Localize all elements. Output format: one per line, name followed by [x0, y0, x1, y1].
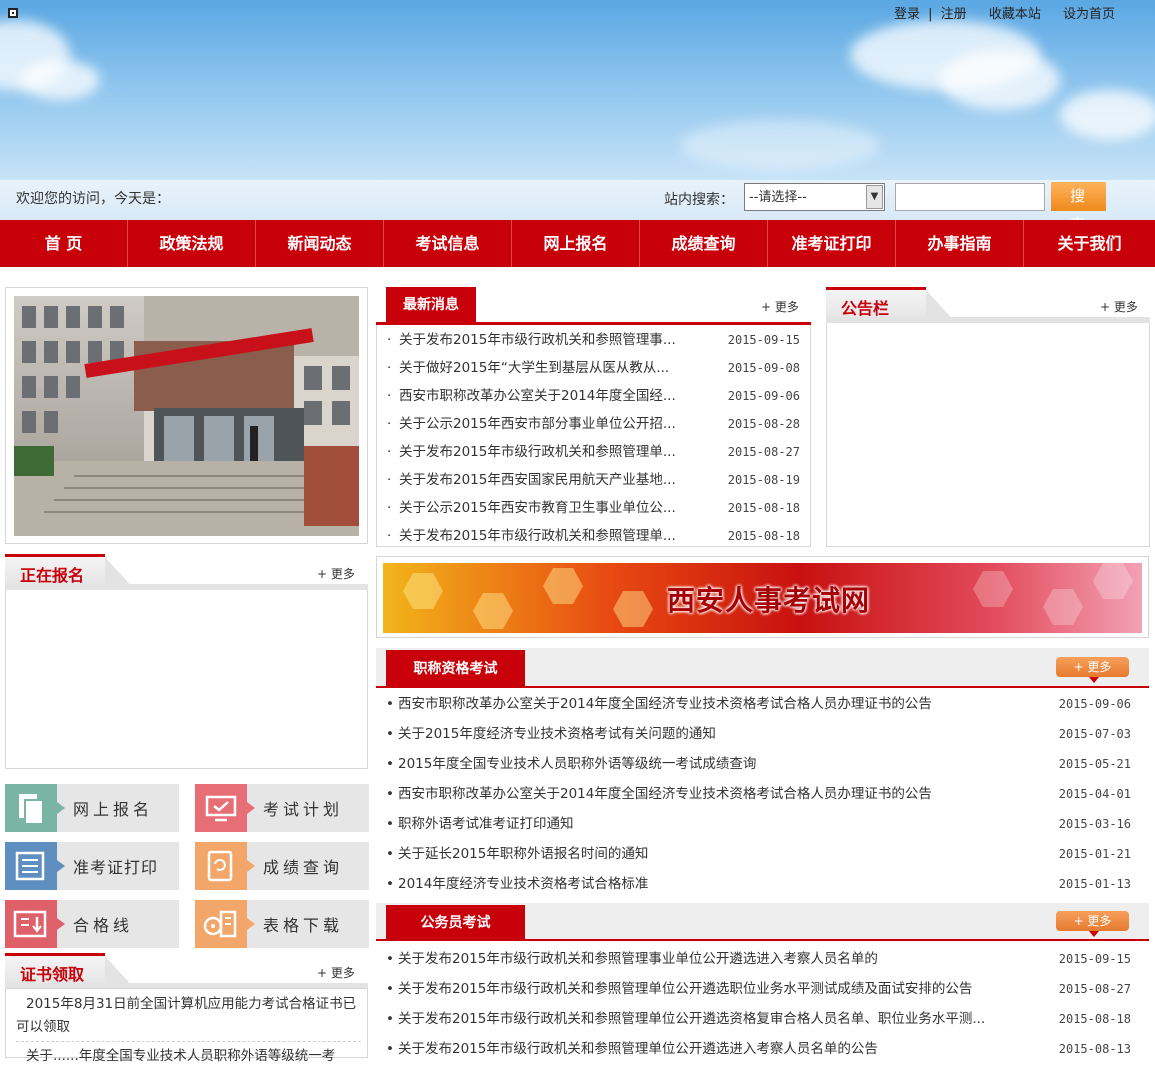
- registering-box: [5, 589, 368, 769]
- registering-title[interactable]: 正在报名: [20, 562, 84, 586]
- list-item[interactable]: · 西安市职称改革办公室关于2014年度全国经... 2015-09-06: [377, 382, 810, 410]
- title-exam-more-button[interactable]: + 更多: [1056, 657, 1129, 683]
- window-icon: [8, 8, 18, 18]
- certificate-title[interactable]: 证书领取: [20, 961, 84, 985]
- welcome-text: 欢迎您的访问，今天是：: [16, 191, 170, 207]
- list-item[interactable]: • 职称外语考试准考证打印通知 2015-03-16: [376, 809, 1149, 839]
- quick-link-label: 考试计划: [263, 800, 344, 819]
- register-link[interactable]: 注册: [941, 7, 967, 22]
- set-homepage-link[interactable]: 设为首页: [1063, 7, 1115, 22]
- latest-news-title[interactable]: 最新消息: [386, 287, 476, 323]
- title-exam-header: 职称资格考试 + 更多: [376, 648, 1149, 688]
- nav-score-query[interactable]: 成绩查询: [640, 220, 768, 267]
- nav-home[interactable]: 首 页: [0, 220, 128, 267]
- list-item[interactable]: • 2015年度全国专业技术人员职称外语等级统一考试成绩查询 2015-05-21: [376, 749, 1149, 779]
- list-item[interactable]: • 西安市职称改革办公室关于2014年度全国经济专业技术资格考试合格人员办理证书的…: [376, 689, 1149, 719]
- separator: |: [928, 7, 933, 22]
- list-item[interactable]: • 2014年度经济专业技术资格考试合格标准 2015-01-13: [376, 869, 1149, 899]
- nav-news[interactable]: 新闻动态: [256, 220, 384, 267]
- list-item[interactable]: · 关于发布2015年市级行政机关和参照管理事... 2015-09-15: [377, 326, 810, 354]
- nav-about[interactable]: 关于我们: [1024, 220, 1155, 267]
- list-item[interactable]: · 关于公示2015年西安市部分事业单位公开招... 2015-08-28: [377, 410, 810, 438]
- latest-more-link[interactable]: + 更多: [761, 298, 799, 315]
- notice-title[interactable]: 公告栏: [841, 295, 889, 319]
- chevron-down-icon[interactable]: ▼: [866, 185, 883, 209]
- list-item[interactable]: • 关于发布2015年市级行政机关和参照管理单位公开遴选资格复审合格人员名单、职位…: [376, 1004, 1149, 1034]
- list-item[interactable]: • 关于发布2015年市级行政机关和参照管理单位公开遴选职位业务水平测试成绩及面试…: [376, 974, 1149, 1004]
- site-banner-text: 西安人事考试网: [667, 584, 871, 617]
- notice-more-link[interactable]: + 更多: [1100, 298, 1138, 315]
- title-exam-list: • 西安市职称改革办公室关于2014年度全国经济专业技术资格考试合格人员办理证书的…: [376, 689, 1149, 899]
- photo-box: [5, 287, 368, 544]
- civil-exam-list: • 关于发布2015年市级行政机关和参照管理事业单位公开遴选进入考察人员名单的 20…: [376, 944, 1149, 1064]
- quick-online-registration[interactable]: 网上报名: [5, 784, 179, 832]
- list-item[interactable]: · 关于公示2015年西安市教育卫生事业单位公... 2015-08-18: [377, 494, 810, 522]
- search-input[interactable]: [895, 183, 1045, 211]
- list-item[interactable]: • 关于2015年度经济专业技术资格考试有关问题的通知 2015-07-03: [376, 719, 1149, 749]
- list-item[interactable]: · 关于发布2015年市级行政机关和参照管理单... 2015-08-18: [377, 522, 810, 550]
- login-link[interactable]: 登录: [894, 7, 920, 22]
- search-category-select[interactable]: --请选择-- ▼: [744, 183, 885, 211]
- nav-policy[interactable]: 政策法规: [128, 220, 256, 267]
- list-item[interactable]: • 关于延长2015年职称外语报名时间的通知 2015-01-21: [376, 839, 1149, 869]
- title-exam-title[interactable]: 职称资格考试: [386, 650, 525, 686]
- notice-header: 公告栏 + 更多: [826, 287, 1150, 323]
- civil-exam-more-button[interactable]: + 更多: [1056, 911, 1129, 937]
- main-nav: 首 页 政策法规 新闻动态 考试信息 网上报名 成绩查询 准考证打印 办事指南 …: [0, 220, 1155, 267]
- download-list-icon: [5, 900, 65, 948]
- monitor-icon: [195, 784, 255, 832]
- nav-admission-ticket[interactable]: 准考证打印: [768, 220, 896, 267]
- certificate-header: 证书领取 + 更多: [5, 953, 368, 989]
- quick-admission-ticket[interactable]: 准考证打印: [5, 842, 179, 890]
- quick-link-label: 成绩查询: [263, 858, 344, 877]
- header-banner: 登录 | 注册 收藏本站 设为首页: [0, 0, 1155, 181]
- quick-score-query[interactable]: 成绩查询: [195, 842, 369, 890]
- exam-center-photo: [14, 296, 359, 536]
- list-item[interactable]: • 西安市职称改革办公室关于2014年度全国经济专业技术资格考试合格人员办理证书的…: [376, 779, 1149, 809]
- certificate-more-link[interactable]: + 更多: [317, 964, 355, 981]
- site-banner-image[interactable]: 西安人事考试网: [383, 563, 1142, 633]
- list-item[interactable]: • 关于发布2015年市级行政机关和参照管理事业单位公开遴选进入考察人员名单的 20…: [376, 944, 1149, 974]
- registering-more-link[interactable]: + 更多: [317, 565, 355, 582]
- search-label: 站内搜索：: [664, 192, 734, 208]
- list-item[interactable]: · 关于发布2015年市级行政机关和参照管理单... 2015-08-27: [377, 438, 810, 466]
- quick-exam-plan[interactable]: 考试计划: [195, 784, 369, 832]
- quick-link-label: 网上报名: [73, 800, 154, 819]
- list-item[interactable]: · 关于做好2015年“大学生到基层从医从教从... 2015-09-08: [377, 354, 810, 382]
- notice-box: [826, 322, 1150, 547]
- cd-file-icon: [195, 900, 255, 948]
- quick-passing-line[interactable]: 合格线: [5, 900, 179, 948]
- bookmark-link[interactable]: 收藏本站: [989, 7, 1041, 22]
- search-category-value: --请选择--: [749, 190, 807, 205]
- welcome-search-bar: 欢迎您的访问，今天是： 站内搜索： --请选择-- ▼ 搜 索: [0, 180, 1155, 234]
- quick-link-label: 表格下载: [263, 916, 344, 935]
- quick-form-download[interactable]: 表格下载: [195, 900, 369, 948]
- certificate-box: 2015年8月31日前全国计算机应用能力考试合格证书已可以领取 关于......…: [5, 988, 368, 1064]
- refresh-document-icon: [195, 842, 255, 890]
- list-item[interactable]: 2015年8月31日前全国计算机应用能力考试合格证书已可以领取: [16, 993, 361, 1042]
- top-links: 登录 | 注册 收藏本站 设为首页: [890, 3, 1115, 22]
- nav-guide[interactable]: 办事指南: [896, 220, 1024, 267]
- document-icon: [5, 784, 65, 832]
- quick-link-label: 合格线: [73, 916, 134, 935]
- search-button[interactable]: 搜 索: [1051, 182, 1106, 234]
- civil-exam-title[interactable]: 公务员考试: [386, 905, 525, 939]
- list-item[interactable]: • 关于发布2015年市级行政机关和参照管理单位公开遴选进入考察人员名单的公告 20…: [376, 1034, 1149, 1064]
- civil-exam-header: 公务员考试 + 更多: [376, 903, 1149, 941]
- list-item[interactable]: · 关于发布2015年西安国家民用航天产业基地... 2015-08-19: [377, 466, 810, 494]
- nav-online-registration[interactable]: 网上报名: [512, 220, 640, 267]
- list-item[interactable]: 关于......年度全国专业技术人员职称外语等级统一考: [16, 1045, 361, 1068]
- quick-link-label: 准考证打印: [73, 858, 159, 877]
- site-banner-box: 西安人事考试网: [376, 556, 1149, 638]
- registering-header: 正在报名 + 更多: [5, 554, 368, 590]
- nav-exam-info[interactable]: 考试信息: [384, 220, 512, 267]
- newspaper-icon: [5, 842, 65, 890]
- latest-news-box: · 关于发布2015年市级行政机关和参照管理事... 2015-09-15 · 关于做…: [376, 322, 811, 547]
